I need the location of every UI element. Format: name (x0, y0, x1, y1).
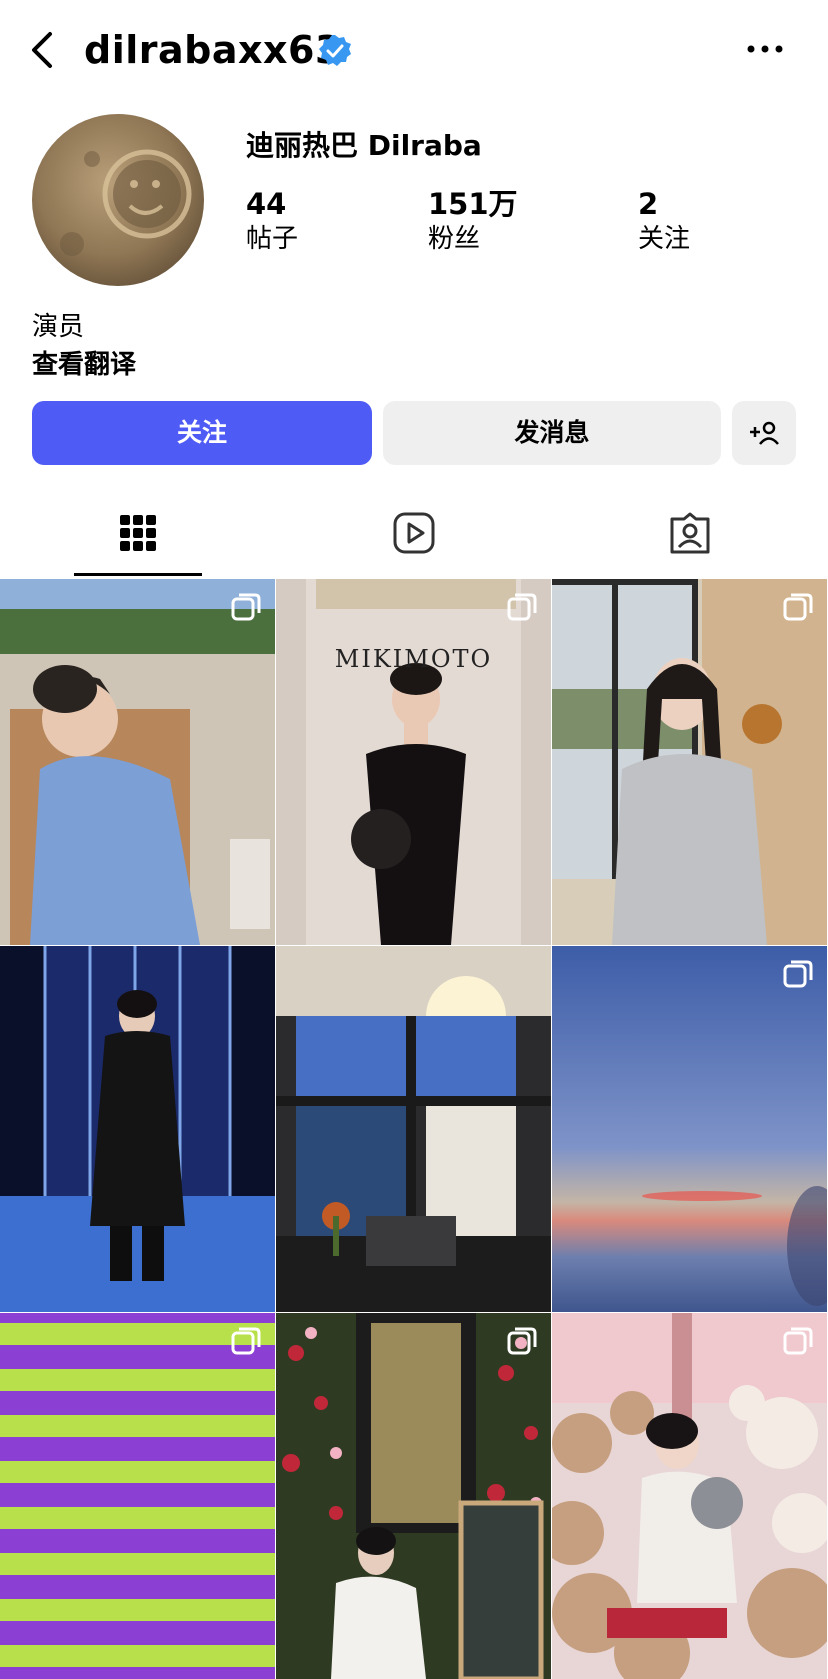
post-image (276, 579, 551, 945)
add-user-icon (750, 421, 779, 445)
post-image (276, 946, 551, 1312)
post-image (552, 579, 827, 945)
stat-followers-label: 粉丝 (428, 224, 481, 254)
post-image (0, 579, 275, 945)
post-thumbnail[interactable] (552, 579, 827, 945)
post-thumbnail[interactable] (276, 1313, 551, 1679)
post-caption: MIKIMOTO (334, 645, 493, 673)
chevron-left-icon[interactable] (22, 28, 66, 72)
post-thumbnail[interactable] (552, 1313, 827, 1679)
top-bar: dilrabaxx63 (0, 0, 828, 100)
post-image (0, 946, 275, 1312)
post-image (0, 1313, 275, 1679)
tab-posts-grid[interactable] (74, 495, 202, 575)
tab-reels[interactable] (350, 495, 478, 575)
multiple-posts-icon (783, 593, 813, 621)
multiple-posts-icon (231, 593, 261, 621)
post-image (552, 946, 827, 1312)
display-name: 迪丽热巴 Dilraba (246, 129, 482, 162)
tagged-icon (670, 512, 710, 554)
multiple-posts-icon (507, 1327, 537, 1355)
stat-followers-value: 151万 (428, 187, 518, 221)
post-thumbnail[interactable] (0, 1313, 275, 1679)
active-tab-indicator (74, 573, 202, 576)
post-thumbnail[interactable] (276, 946, 551, 1312)
stat-following-value: 2 (638, 187, 659, 221)
message-button[interactable]: 发消息 (383, 401, 721, 465)
see-translation-link[interactable]: 查看翻译 (32, 348, 136, 382)
post-thumbnail[interactable] (0, 579, 275, 945)
multiple-posts-icon (507, 593, 537, 621)
multiple-posts-icon (783, 1327, 813, 1355)
post-thumbnail[interactable] (0, 946, 275, 1312)
tab-tagged[interactable] (626, 495, 754, 575)
add-user-button[interactable] (732, 401, 796, 465)
stat-posts-value: 44 (246, 187, 287, 221)
post-grid: MIKIMOTO (0, 579, 828, 1679)
stat-followers[interactable]: 151万 粉丝 (428, 186, 518, 256)
post-image (552, 1313, 827, 1679)
post-thumbnail[interactable]: MIKIMOTO (276, 579, 551, 945)
multiple-posts-icon (783, 960, 813, 988)
follow-button[interactable]: 关注 (32, 401, 372, 465)
grid-icon (120, 515, 156, 551)
reels-icon (393, 512, 435, 554)
stat-following-label: 关注 (638, 224, 691, 254)
avatar[interactable] (32, 114, 204, 286)
stat-following[interactable]: 2 关注 (638, 186, 690, 256)
profile-username: dilrabaxx63 (84, 28, 342, 72)
stat-posts-label: 帖子 (246, 224, 299, 254)
bio-text: 演员 (32, 312, 85, 342)
avatar-image (32, 114, 204, 286)
profile-tabs (0, 495, 828, 575)
stat-posts[interactable]: 44 帖子 (246, 186, 298, 256)
multiple-posts-icon (231, 1327, 261, 1355)
post-thumbnail[interactable] (552, 946, 827, 1312)
more-horizontal-icon[interactable] (742, 34, 788, 64)
verified-badge-icon (319, 35, 351, 66)
post-image (276, 1313, 551, 1679)
